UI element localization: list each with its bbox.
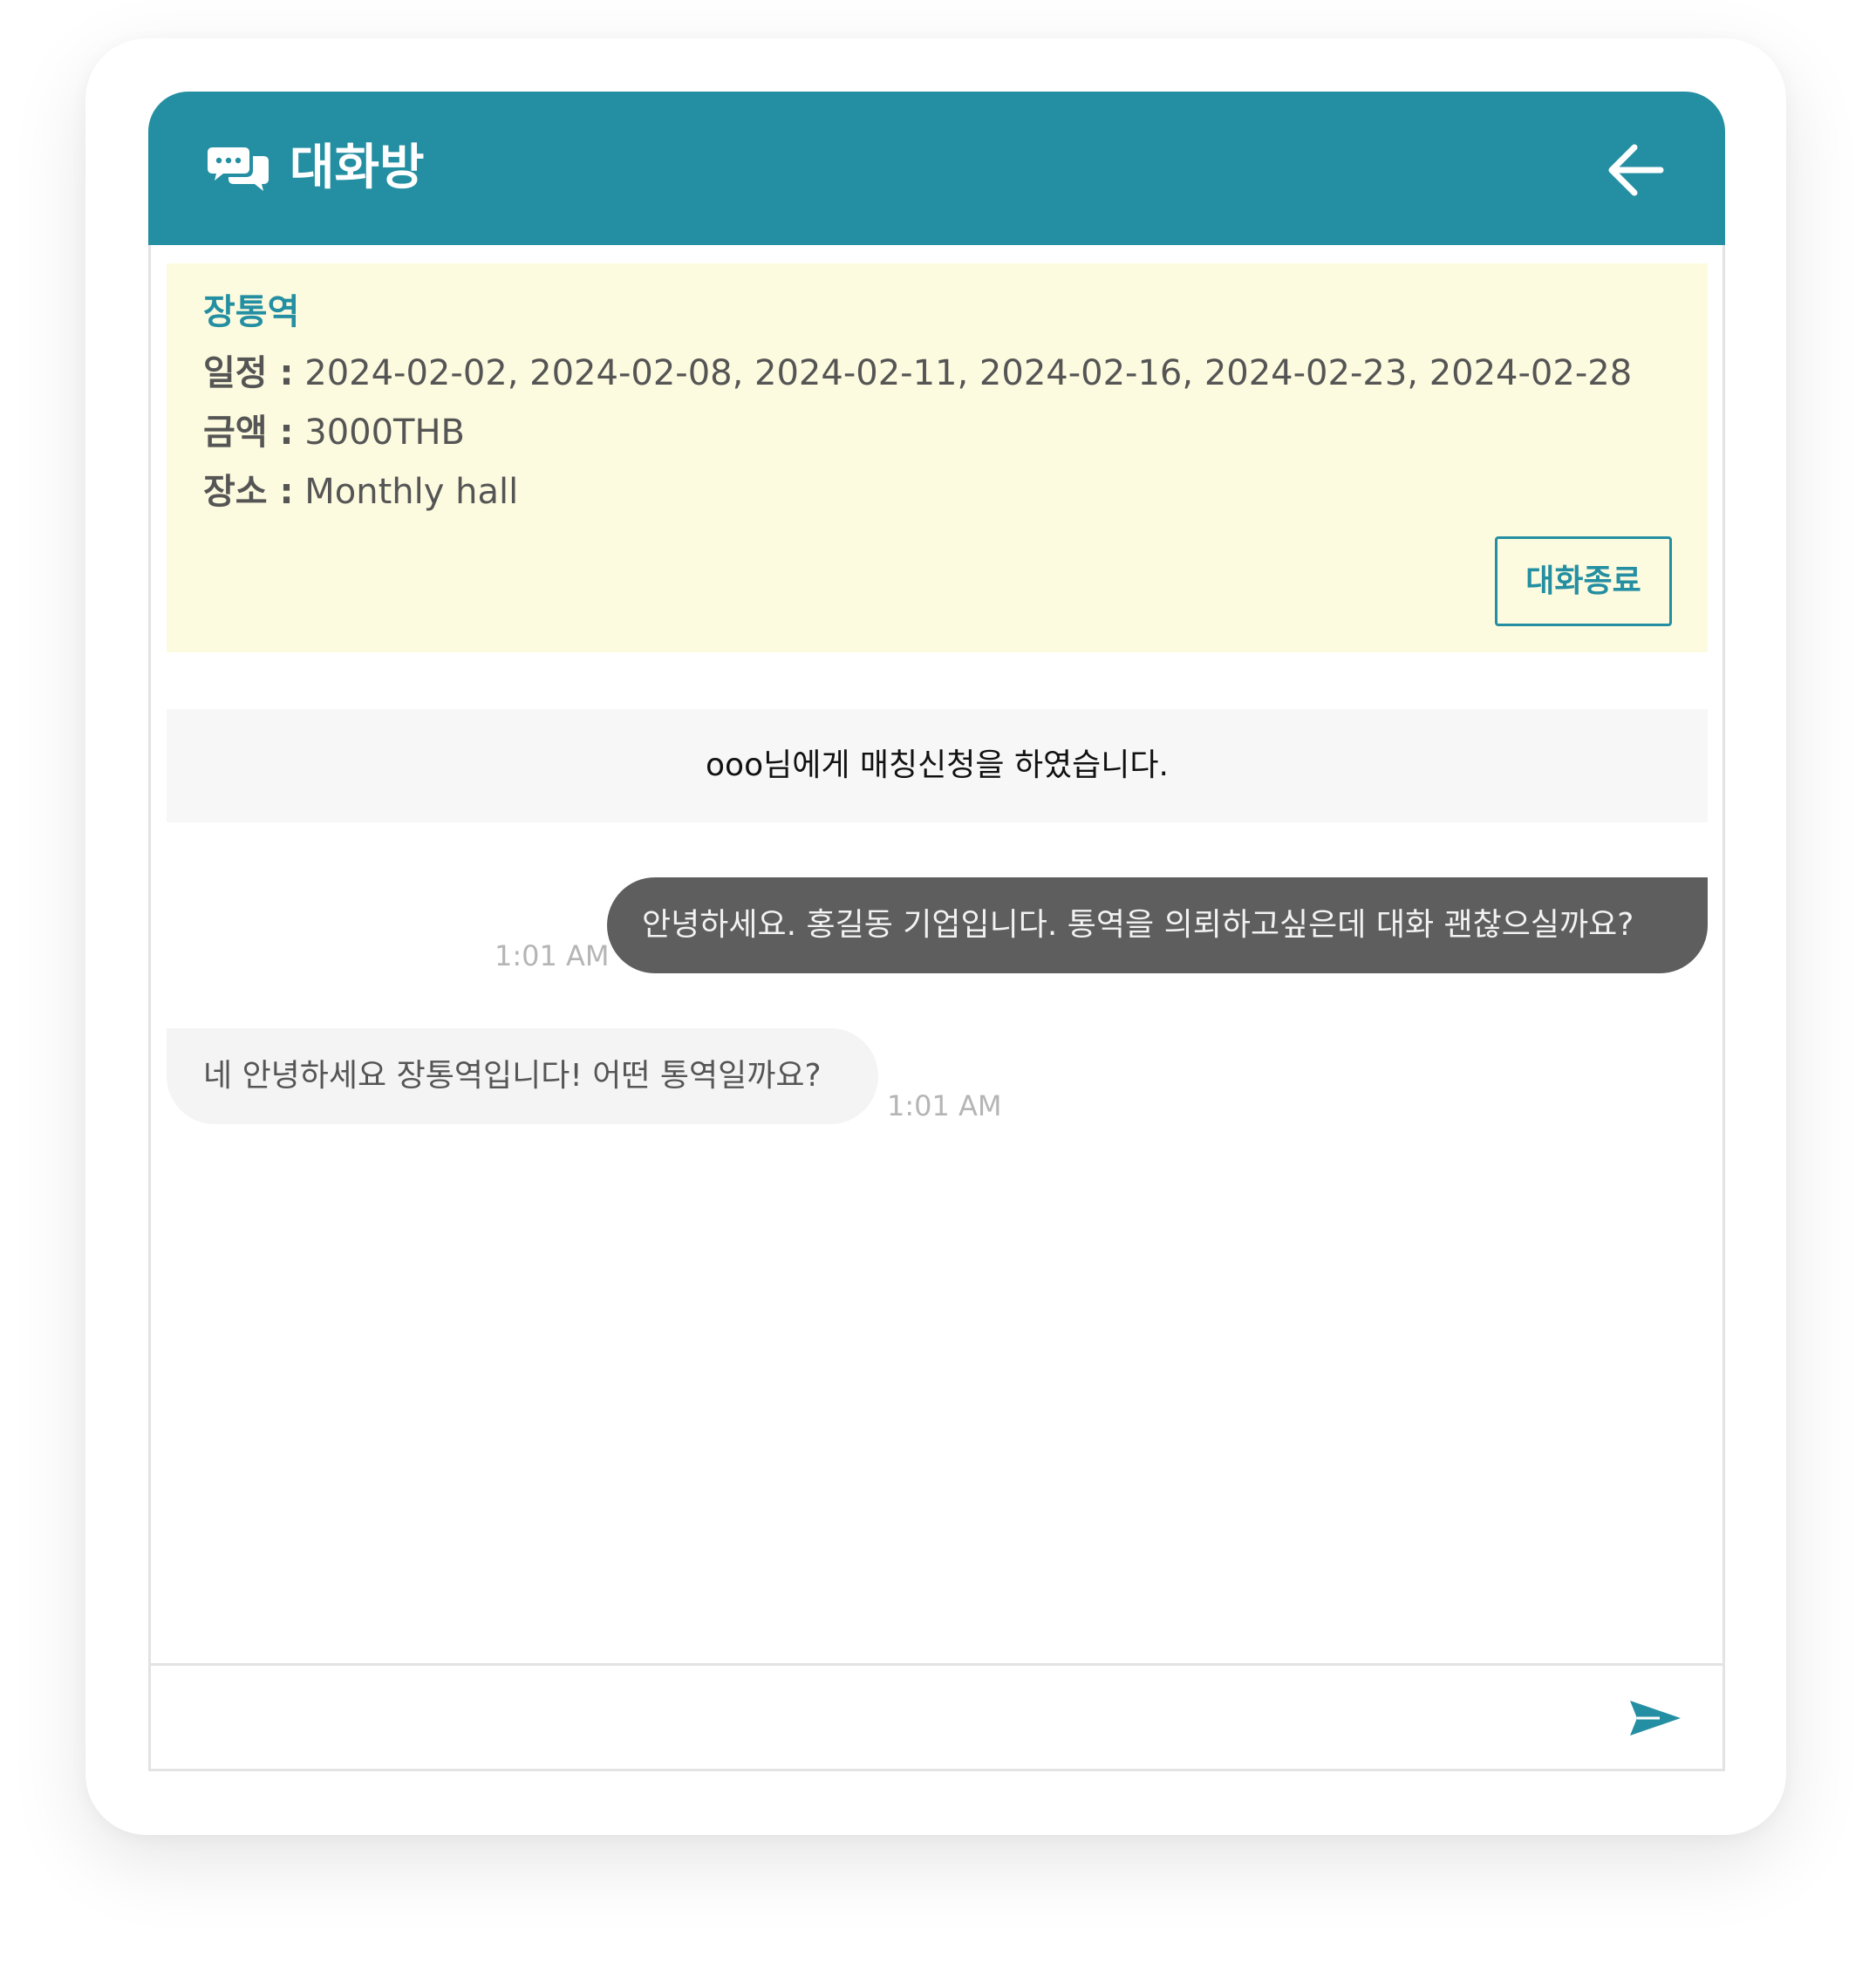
request-info-panel: 장통역 일정 : 2024-02-02, 2024-02-08, 2024-02… <box>167 263 1708 652</box>
place-value: Monthly hall <box>304 472 519 512</box>
message-time: 1:01 AM <box>887 1089 1002 1122</box>
message-input[interactable] <box>168 1680 1602 1756</box>
system-notice: ooo님에게 매칭신청을 하였습니다. <box>167 709 1708 822</box>
page-title: 대화방 <box>290 140 425 196</box>
send-icon[interactable] <box>1625 1692 1686 1744</box>
sent-message-bubble: 안녕하세요. 홍길동 기업입니다. 통역을 의뢰하고싶은데 대화 괜찮으실까요? <box>607 877 1708 973</box>
chat-header: 대화방 <box>148 92 1725 245</box>
message-time: 1:01 AM <box>495 939 610 972</box>
interpreter-name: 장통역 <box>203 292 300 332</box>
received-message-bubble: 네 안녕하세요 장통역입니다! 어떤 통역일까요? <box>167 1028 878 1124</box>
chat-bubbles-icon <box>208 147 269 191</box>
end-chat-button[interactable]: 대화종료 <box>1495 536 1672 626</box>
amount-label: 금액 : <box>203 413 294 453</box>
place-row: 장소 : Monthly hall <box>203 466 518 518</box>
amount-row: 금액 : 3000THB <box>203 406 465 459</box>
message-composer <box>148 1663 1725 1771</box>
amount-value: 3000THB <box>304 413 465 453</box>
schedule-row: 일정 : 2024-02-02, 2024-02-08, 2024-02-11,… <box>203 347 1632 399</box>
schedule-value: 2024-02-02, 2024-02-08, 2024-02-11, 2024… <box>304 353 1633 393</box>
schedule-label: 일정 : <box>203 353 294 393</box>
place-label: 장소 : <box>203 472 294 512</box>
back-arrow-icon[interactable] <box>1603 137 1669 203</box>
